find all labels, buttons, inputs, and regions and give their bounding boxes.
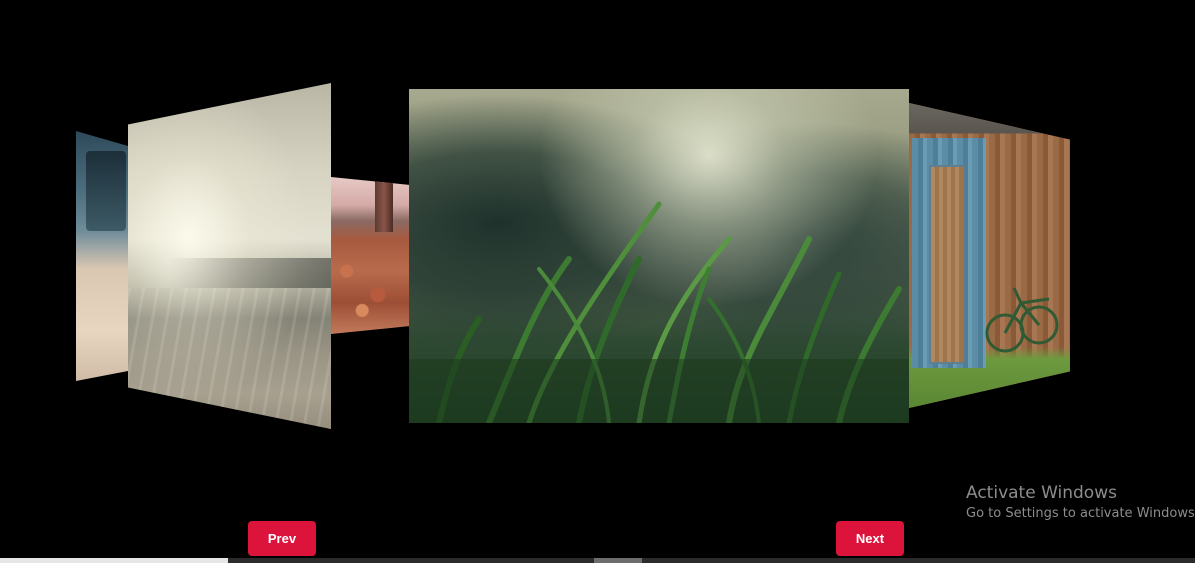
grass-blades-image: [409, 201, 909, 423]
windows-activation-watermark: Activate Windows Go to Settings to activ…: [966, 482, 1195, 523]
scrollbar-track-highlight: [0, 558, 228, 563]
watermark-title: Activate Windows: [966, 483, 1117, 503]
image-carousel: [0, 0, 1195, 500]
next-button[interactable]: Next: [836, 521, 904, 556]
bicycle-image: [985, 287, 1059, 353]
carousel-slide-beach-road[interactable]: [76, 131, 128, 381]
carousel-slide-hazy-beach[interactable]: [128, 83, 331, 429]
horizontal-scrollbar[interactable]: [0, 558, 1195, 563]
carousel-slide-grass-active[interactable]: [409, 89, 909, 423]
scrollbar-thumb[interactable]: [594, 558, 642, 563]
prev-button[interactable]: Prev: [248, 521, 316, 556]
carousel-slide-autumn-leaves[interactable]: [331, 177, 409, 334]
watermark-subtitle: Go to Settings to activate Windows.: [966, 506, 1195, 521]
carousel-slide-barn-door[interactable]: [909, 103, 1070, 408]
